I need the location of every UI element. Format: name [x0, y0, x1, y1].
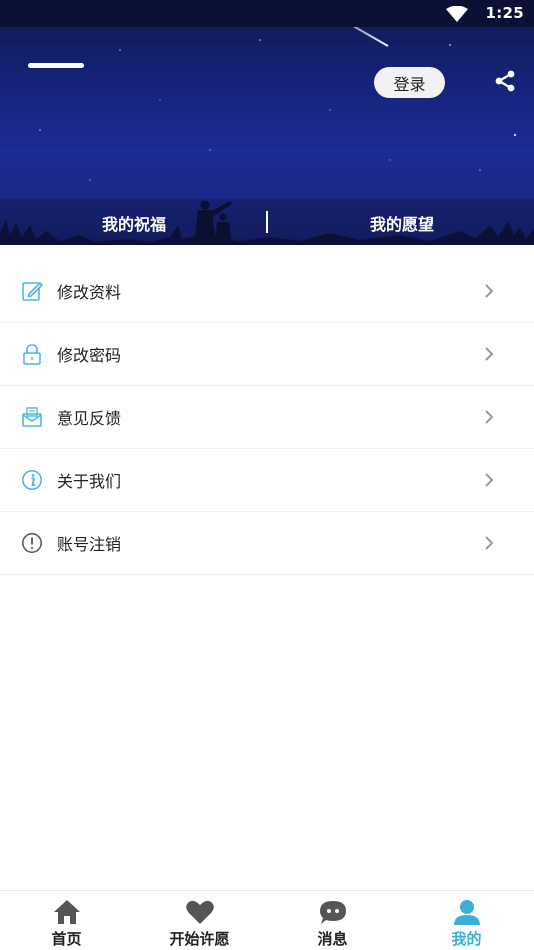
login-button[interactable]: 登录: [374, 67, 445, 98]
info-icon: [22, 470, 42, 490]
status-bar: 1:25: [0, 0, 534, 27]
menu-item-delete-account[interactable]: 账号注销: [0, 512, 534, 575]
status-time: 1:25: [485, 4, 524, 22]
settings-menu: 修改资料 修改密码 意见反馈 关于我们 账号注销: [0, 260, 534, 575]
grass-silhouette: [0, 200, 534, 245]
wifi-icon: [446, 6, 468, 22]
profile-header: 登录 我的祝福 我的愿望: [0, 0, 534, 245]
chat-icon: [319, 901, 346, 924]
home-icon: [53, 900, 80, 924]
bottom-navigation: 首页 开始许愿 消息 我的: [0, 890, 534, 950]
nav-label: 开始许愿: [169, 930, 230, 948]
edit-icon: [22, 282, 43, 301]
heart-icon: [185, 900, 214, 924]
nav-item-mine[interactable]: 我的: [400, 891, 533, 950]
menu-item-about-us[interactable]: 关于我们: [0, 449, 534, 512]
chevron-right-icon: [485, 347, 494, 361]
menu-item-label: 意见反馈: [57, 409, 122, 428]
menu-item-label: 账号注销: [57, 535, 122, 554]
mail-icon: [22, 407, 42, 427]
menu-item-label: 修改资料: [57, 283, 122, 302]
user-icon: [453, 900, 480, 925]
share-icon[interactable]: [493, 69, 517, 93]
chevron-right-icon: [485, 473, 494, 487]
alert-icon: [22, 533, 42, 553]
nav-item-messages[interactable]: 消息: [266, 891, 399, 950]
menu-item-label: 修改密码: [57, 346, 122, 365]
nav-label: 我的: [451, 930, 482, 948]
chevron-right-icon: [485, 410, 494, 424]
nav-item-home[interactable]: 首页: [0, 891, 133, 950]
nav-item-make-wish[interactable]: 开始许愿: [133, 891, 266, 950]
nickname-placeholder: [28, 63, 84, 68]
chevron-right-icon: [485, 536, 494, 550]
menu-item-label: 关于我们: [57, 472, 122, 491]
people-silhouette: [194, 200, 232, 245]
nav-label: 首页: [51, 930, 82, 948]
lock-icon: [23, 344, 41, 365]
menu-item-change-password[interactable]: 修改密码: [0, 323, 534, 386]
menu-item-feedback[interactable]: 意见反馈: [0, 386, 534, 449]
nav-label: 消息: [317, 930, 348, 948]
menu-item-edit-profile[interactable]: 修改资料: [0, 260, 534, 323]
chevron-right-icon: [485, 284, 494, 298]
